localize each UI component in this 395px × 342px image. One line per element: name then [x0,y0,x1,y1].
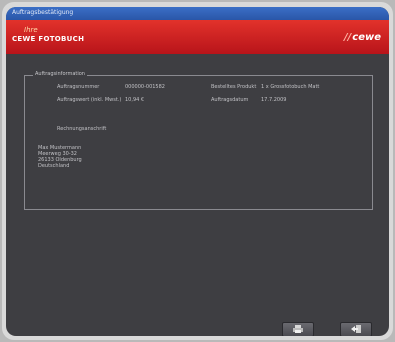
confirmation-window: Auftragsbestätigung Ihre CEWE FOTOBUCH /… [6,7,389,336]
order-number-value: 000000-001582 [125,84,165,90]
order-number-label: Auftragsnummer [57,84,100,90]
cewe-logo: //cewe [344,32,381,43]
logo-script: Ihre [24,26,38,34]
cewe-fotobuch-logo: Ihre CEWE FOTOBUCH [12,26,90,48]
billing-address: Max Mustermann Meerweg 30-32 26133 Olden… [38,145,82,169]
ordered-product-value: 1 x Grossfotobuch Matt [261,84,320,90]
title-bar: Auftragsbestätigung [6,7,389,20]
window-title: Auftragsbestätigung [12,9,74,16]
brand-header: Ihre CEWE FOTOBUCH //cewe [6,20,389,54]
order-date-label: Auftragsdatum [211,97,249,103]
cewe-logo-text: cewe [352,32,381,43]
order-value-label: Auftragswert (inkl. Mwst.) [57,97,122,103]
address-line: Deutschland [38,163,70,169]
order-info-group: Auftragsinformation Auftragsnummer 00000… [24,71,373,210]
printer-icon [293,325,303,333]
group-title: Auftragsinformation [33,71,87,77]
order-value-value: 10,94 € [125,97,145,103]
ordered-product-label: Bestelltes Produkt [211,84,257,90]
window-frame: Auftragsbestätigung Ihre CEWE FOTOBUCH /… [2,2,393,340]
exit-icon [351,325,361,333]
cewe-mark-icon: // [343,32,352,43]
billing-address-label: Rechnungsanschrift [57,126,107,132]
order-date-value: 17.7.2009 [261,97,287,103]
exit-button[interactable] [340,322,372,336]
logo-main: CEWE FOTOBUCH [12,35,85,43]
print-button[interactable] [282,322,314,336]
